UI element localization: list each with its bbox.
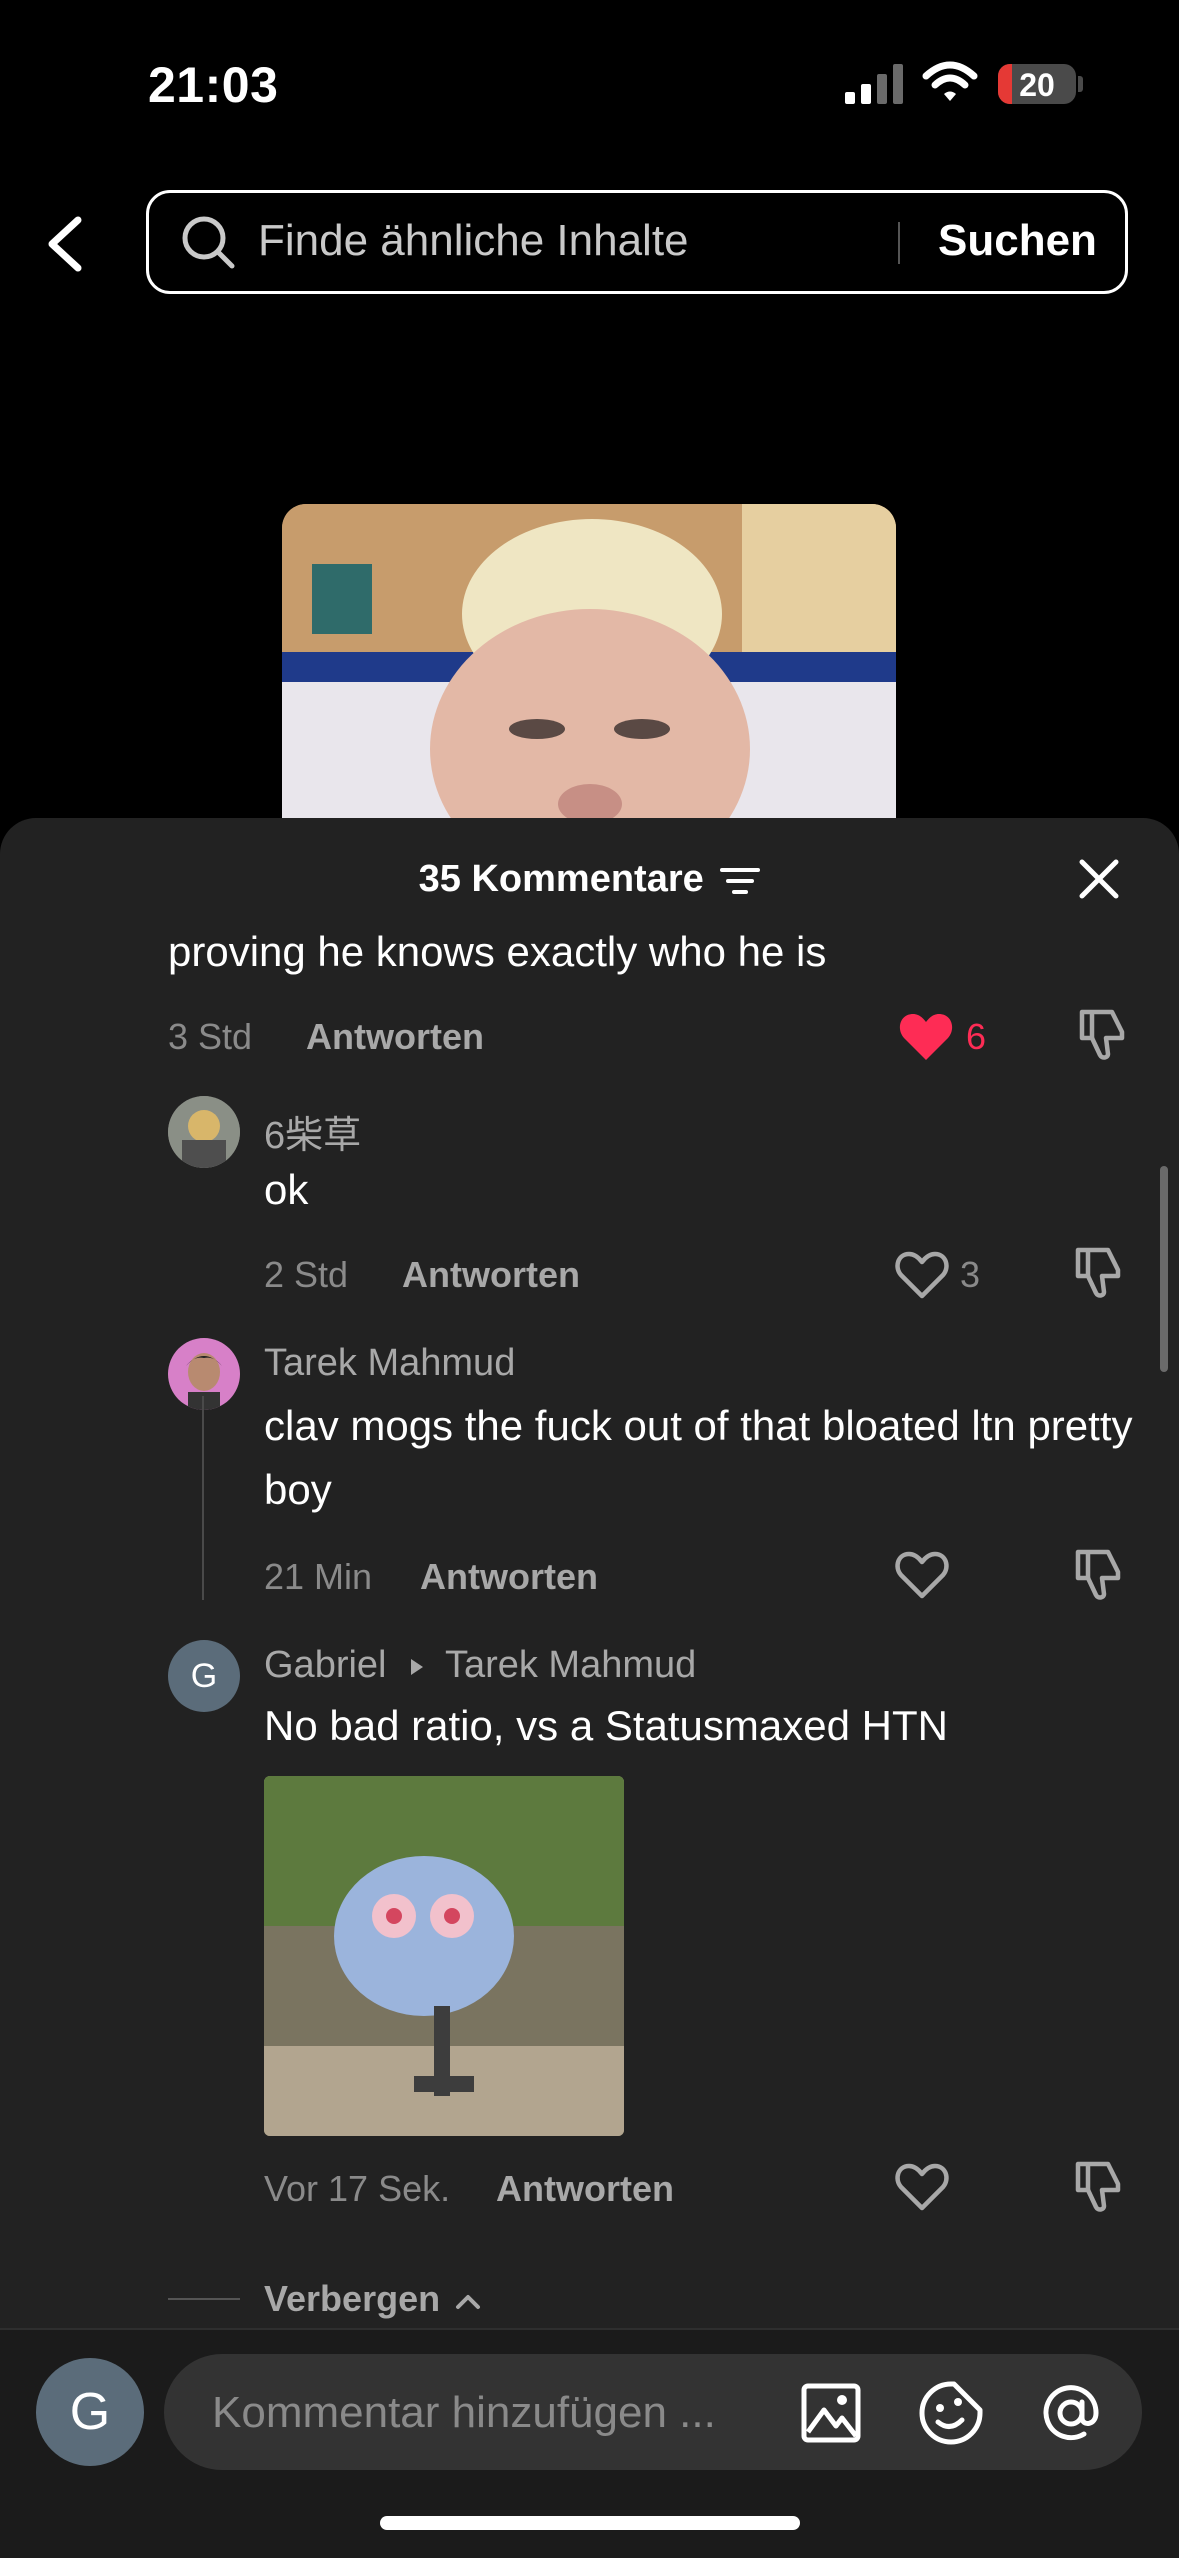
thread-line <box>202 1396 204 1600</box>
dislike-icon[interactable] <box>1076 1006 1132 1062</box>
reply-button[interactable]: Antworten <box>306 1016 484 1058</box>
video-thumbnail[interactable] <box>282 504 896 834</box>
battery-tip <box>1078 76 1083 92</box>
dislike-icon[interactable] <box>1072 1244 1128 1300</box>
scrollbar[interactable] <box>1160 1166 1168 1372</box>
comment-time: 21 Min <box>264 1556 373 1597</box>
close-icon[interactable] <box>1078 858 1120 900</box>
heart-filled-icon[interactable] <box>898 1010 954 1062</box>
search-input[interactable]: Finde ähnliche Inhalte <box>258 216 689 266</box>
comment-text: No bad ratio, vs a Statusmaxed HTN <box>264 1702 948 1749</box>
dislike-icon[interactable] <box>1072 1546 1128 1602</box>
battery-indicator: 20 <box>998 64 1076 104</box>
comment-text: ok <box>264 1166 309 1213</box>
comment-time: Vor 17 Sek. <box>264 2168 451 2209</box>
comment-username[interactable]: Tarek Mahmud <box>264 1342 515 1385</box>
comment-time: 3 Std <box>168 1016 253 1057</box>
home-indicator[interactable] <box>380 2516 800 2530</box>
like-count: 3 <box>960 1254 981 1295</box>
status-time: 21:03 <box>148 57 279 113</box>
reply-username-line: Gabriel Tarek Mahmud <box>264 1644 696 1687</box>
hide-divider <box>168 2298 240 2300</box>
comment-text: clav mogs the fuck out of that bloated l… <box>264 1402 1133 1513</box>
avatar[interactable] <box>168 1096 240 1168</box>
sticker-emoji-icon[interactable] <box>918 2380 984 2446</box>
hide-replies-button[interactable]: Verbergen <box>264 2278 482 2320</box>
comment-time: 2 Std <box>264 1254 349 1295</box>
comments-header: 35 Kommentare <box>0 858 1179 901</box>
chevron-up-icon <box>456 2295 481 2310</box>
heart-icon[interactable] <box>894 1548 950 1600</box>
avatar-letter: G <box>190 1657 218 1695</box>
reply-arrow-icon <box>411 1658 424 1675</box>
reply-to-username[interactable]: Tarek Mahmud <box>445 1644 696 1686</box>
sort-filter-icon[interactable] <box>720 866 761 896</box>
like-count: 6 <box>966 1016 987 1057</box>
hide-replies-label: Verbergen <box>264 2278 441 2319</box>
search-icon <box>182 216 235 269</box>
heart-icon[interactable] <box>894 2160 950 2212</box>
user-avatar-letter: G <box>69 2383 111 2441</box>
comment-username[interactable]: Gabriel <box>264 1644 387 1686</box>
comment-image[interactable] <box>264 1776 624 2136</box>
image-icon[interactable] <box>800 2382 862 2444</box>
back-arrow-icon[interactable] <box>38 212 94 276</box>
search-divider <box>898 222 900 264</box>
comment-input-placeholder[interactable]: Kommentar hinzufügen ... <box>212 2388 716 2438</box>
reply-button[interactable]: Antworten <box>420 1556 598 1598</box>
comment-username[interactable]: 6柴草 <box>264 1104 361 1159</box>
reply-button[interactable]: Antworten <box>402 1254 580 1296</box>
heart-icon[interactable] <box>894 1248 950 1300</box>
battery-level: 20 <box>1019 67 1055 103</box>
search-button[interactable]: Suchen <box>938 216 1097 266</box>
reply-button[interactable]: Antworten <box>496 2168 674 2210</box>
avatar[interactable] <box>168 1338 240 1410</box>
avatar[interactable]: G <box>168 1640 240 1712</box>
cellular-signal-icon <box>845 64 903 104</box>
user-avatar[interactable]: G <box>36 2358 144 2466</box>
wifi-icon <box>922 61 978 101</box>
mention-icon[interactable] <box>1038 2380 1104 2446</box>
comment-text: proving he knows exactly who he is <box>168 928 827 975</box>
comments-count-title: 35 Kommentare <box>418 858 704 900</box>
dislike-icon[interactable] <box>1072 2158 1128 2214</box>
